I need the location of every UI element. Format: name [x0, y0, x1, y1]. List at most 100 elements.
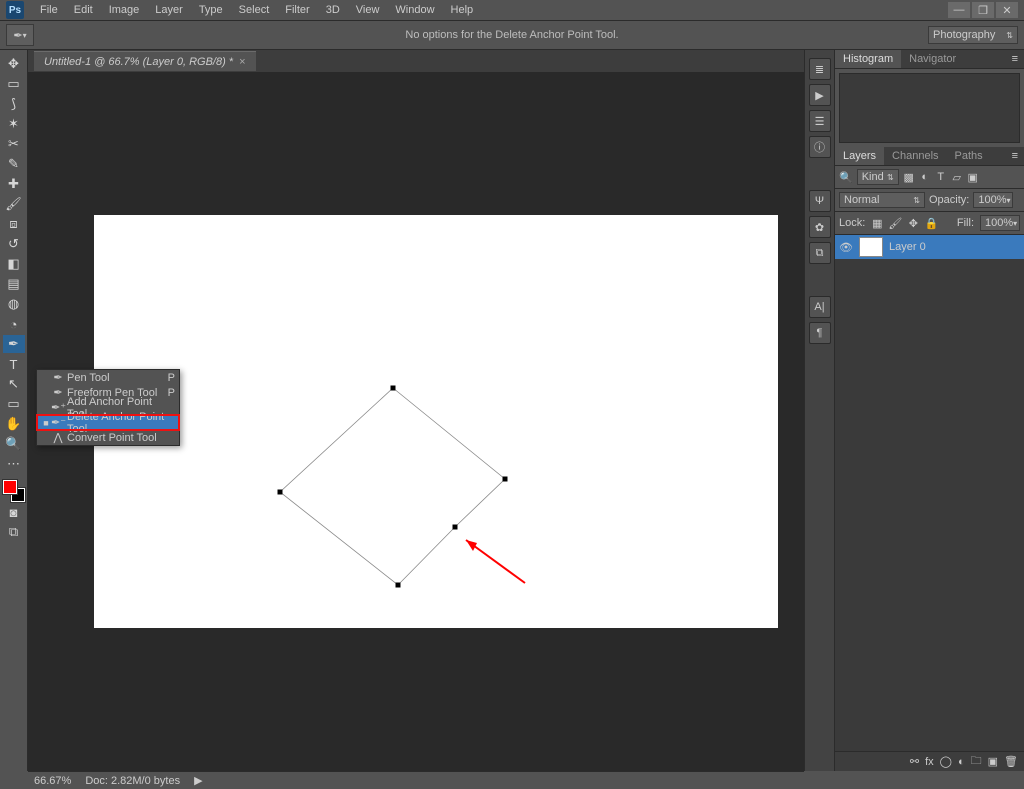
history-brush-tool[interactable]: ↺: [3, 235, 25, 253]
clone-source-icon[interactable]: ⧉: [809, 242, 831, 264]
filter-pixel-icon[interactable]: ▩: [903, 171, 915, 183]
adjustment-icon[interactable]: ◐: [958, 756, 965, 768]
blend-mode-select[interactable]: Normal⇅: [839, 192, 925, 208]
quick-select-tool[interactable]: ✶: [3, 115, 25, 133]
minimize-button[interactable]: —: [948, 2, 970, 18]
lock-image-icon[interactable]: 🖌: [889, 217, 901, 229]
brushes-icon[interactable]: ✿: [809, 216, 831, 238]
quickmask-toggle[interactable]: ◙: [3, 503, 25, 521]
delete-layer-icon[interactable]: 🗑: [1004, 755, 1018, 768]
paragraph-panel-icon[interactable]: ¶: [809, 322, 831, 344]
flyout-shortcut: P: [165, 387, 175, 399]
link-layers-icon[interactable]: ⚯: [910, 755, 919, 768]
workspace-switcher[interactable]: Photography ⇅: [928, 26, 1018, 44]
fx-icon[interactable]: fx: [925, 756, 934, 768]
freeform-pen-icon: ✒: [51, 386, 65, 399]
anchor-point[interactable]: [391, 386, 396, 391]
pen-tool[interactable]: ✒: [3, 335, 25, 353]
filter-shape-icon[interactable]: ▱: [951, 171, 963, 183]
edit-toolbar[interactable]: ⋯: [3, 455, 25, 473]
lock-transparent-icon[interactable]: ▦: [871, 217, 883, 229]
menu-window[interactable]: Window: [387, 2, 442, 18]
layer-kind-filter[interactable]: Kind⇅: [857, 169, 899, 185]
flyout-pen-tool[interactable]: ✒ Pen Tool P: [37, 370, 179, 385]
mask-icon[interactable]: ◯: [940, 755, 952, 768]
group-icon[interactable]: 🗀: [971, 752, 982, 771]
menu-file[interactable]: File: [32, 2, 66, 18]
zoom-tool[interactable]: 🔍: [3, 435, 25, 453]
screenmode-toggle[interactable]: ⧉: [3, 523, 25, 541]
color-swatches[interactable]: [3, 480, 25, 502]
flyout-delete-anchor[interactable]: ■ ✒⁻ Delete Anchor Point Tool: [37, 415, 179, 430]
menu-filter[interactable]: Filter: [277, 2, 317, 18]
layer-name[interactable]: Layer 0: [889, 241, 926, 253]
lock-fill-row: Lock: ▦ 🖌 ✥ 🔒 Fill: 100%▾: [835, 212, 1024, 235]
path-select-tool[interactable]: ↖: [3, 375, 25, 393]
brush-tool[interactable]: 🖌: [3, 195, 25, 213]
fill-input[interactable]: 100%▾: [980, 215, 1020, 231]
eraser-tool[interactable]: ◧: [3, 255, 25, 273]
restore-button[interactable]: ❐: [972, 2, 994, 18]
brush-settings-icon[interactable]: Ψ: [809, 190, 831, 212]
hand-tool[interactable]: ✋: [3, 415, 25, 433]
eyedropper-tool[interactable]: ✎: [3, 155, 25, 173]
opacity-input[interactable]: 100%▾: [973, 192, 1013, 208]
doc-info-arrow-icon[interactable]: ▶: [194, 774, 202, 787]
menu-image[interactable]: Image: [101, 2, 148, 18]
anchor-point[interactable]: [396, 583, 401, 588]
panel-menu-icon[interactable]: ≡: [1006, 147, 1024, 165]
move-tool[interactable]: ✥: [3, 55, 25, 73]
healing-tool[interactable]: ✚: [3, 175, 25, 193]
dodge-tool[interactable]: ◔: [3, 315, 25, 333]
lasso-tool[interactable]: ⟆: [3, 95, 25, 113]
anchor-point[interactable]: [278, 490, 283, 495]
filter-adjust-icon[interactable]: ◐: [919, 171, 931, 183]
anchor-point[interactable]: [453, 525, 458, 530]
crop-tool[interactable]: ✂: [3, 135, 25, 153]
lock-all-icon[interactable]: 🔒: [925, 217, 937, 229]
actions-panel-icon[interactable]: ▶: [809, 84, 831, 106]
stamp-tool[interactable]: ⧈: [3, 215, 25, 233]
info-panel-icon[interactable]: ⓘ: [809, 136, 831, 158]
flyout-convert-point[interactable]: ⋀ Convert Point Tool: [37, 430, 179, 445]
tab-histogram[interactable]: Histogram: [835, 50, 901, 68]
tab-paths[interactable]: Paths: [947, 147, 991, 165]
layer-row[interactable]: 👁 Layer 0: [835, 235, 1024, 259]
properties-panel-icon[interactable]: ☰: [809, 110, 831, 132]
menu-type[interactable]: Type: [191, 2, 231, 18]
filter-smart-icon[interactable]: ▣: [967, 171, 979, 183]
delete-anchor-icon: ✒⁻: [51, 416, 65, 429]
close-tab-icon[interactable]: ×: [239, 56, 245, 68]
menu-3d[interactable]: 3D: [318, 2, 348, 18]
new-layer-icon[interactable]: ▣: [988, 755, 998, 768]
menu-view[interactable]: View: [348, 2, 388, 18]
current-tool-icon[interactable]: ✒▾: [6, 24, 34, 46]
shape-tool[interactable]: ▭: [3, 395, 25, 413]
foreground-color[interactable]: [3, 480, 17, 494]
blur-tool[interactable]: ◍: [3, 295, 25, 313]
canvas[interactable]: [94, 215, 778, 628]
character-panel-icon[interactable]: A|: [809, 296, 831, 318]
marquee-tool[interactable]: ▭: [3, 75, 25, 93]
menu-edit[interactable]: Edit: [66, 2, 101, 18]
visibility-toggle-icon[interactable]: 👁: [839, 241, 853, 254]
type-tool[interactable]: T: [3, 355, 25, 373]
panel-menu-icon[interactable]: ≡: [1006, 50, 1024, 68]
tab-navigator[interactable]: Navigator: [901, 50, 964, 68]
filter-type-icon[interactable]: T: [935, 171, 947, 183]
lock-position-icon[interactable]: ✥: [907, 217, 919, 229]
document-tab[interactable]: Untitled-1 @ 66.7% (Layer 0, RGB/8) * ×: [34, 51, 256, 71]
layer-thumbnail[interactable]: [859, 237, 883, 257]
menu-help[interactable]: Help: [443, 2, 482, 18]
zoom-level[interactable]: 66.67%: [34, 775, 71, 787]
document-tab-bar: Untitled-1 @ 66.7% (Layer 0, RGB/8) * ×: [28, 50, 804, 72]
tab-channels[interactable]: Channels: [884, 147, 946, 165]
doc-info[interactable]: Doc: 2.82M/0 bytes: [85, 775, 180, 787]
history-panel-icon[interactable]: ≣: [809, 58, 831, 80]
tab-layers[interactable]: Layers: [835, 147, 884, 165]
menu-layer[interactable]: Layer: [147, 2, 191, 18]
close-button[interactable]: ✕: [996, 2, 1018, 18]
menu-select[interactable]: Select: [231, 2, 278, 18]
gradient-tool[interactable]: ▤: [3, 275, 25, 293]
anchor-point[interactable]: [503, 477, 508, 482]
